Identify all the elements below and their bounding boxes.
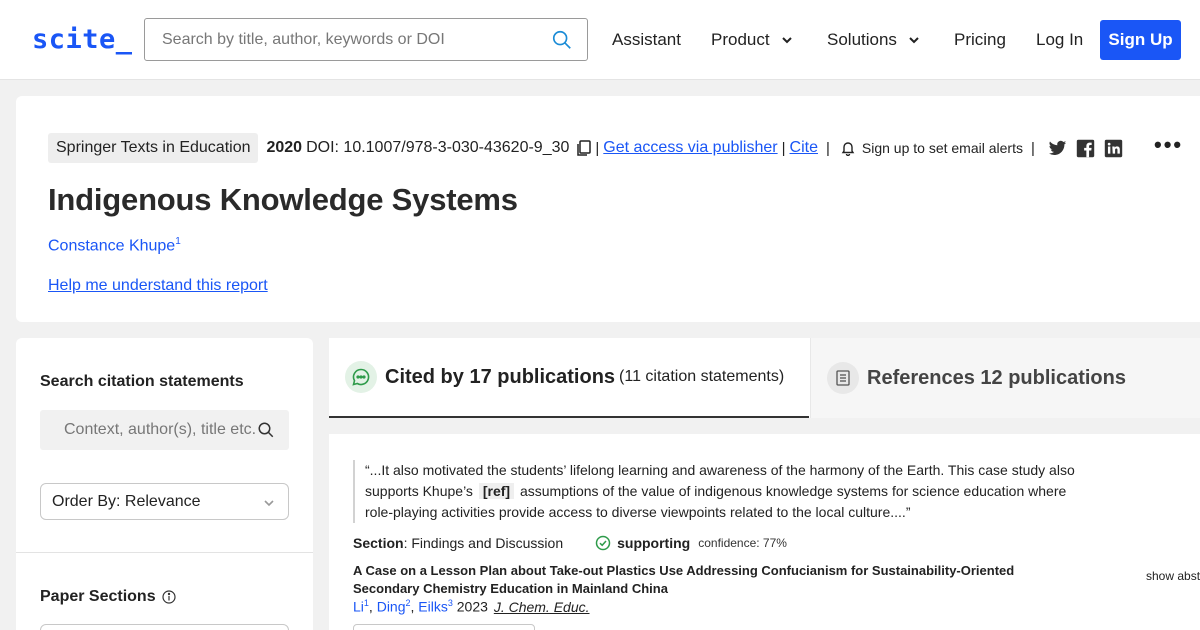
top-navbar: scite_ Assistant Product Solutions Prici… [0, 0, 1200, 80]
tab-cited-by[interactable]: Cited by 17 publications (11 citation st… [329, 338, 809, 418]
meta-separator: | [595, 139, 600, 157]
global-search-input[interactable] [145, 19, 540, 60]
order-by-select[interactable]: Order By: Relevance [40, 483, 289, 520]
paper-meta-row: Springer Texts in Education 2020 DOI: 10… [48, 132, 1123, 164]
meta-separator: | [1030, 139, 1035, 157]
chat-bubble-icon [345, 361, 377, 393]
page-title: Indigenous Knowledge Systems [48, 182, 518, 217]
order-by-value: Order By: Relevance [52, 493, 201, 510]
nav-login-label: Log In [1036, 30, 1084, 49]
check-circle-icon [595, 535, 611, 551]
tab-cited-by-count: (11 citation statements) [619, 368, 785, 385]
meta-separator: | [825, 139, 830, 157]
meta-separator: | [781, 139, 786, 157]
search-citation-heading: Search citation statements [40, 373, 244, 390]
supporting-badge: supporting [617, 535, 691, 551]
citation-action-button[interactable] [353, 624, 535, 630]
citation-statement-card: “...It also motivated the students’ life… [329, 434, 1200, 630]
nav-login[interactable]: Log In [1036, 30, 1083, 50]
show-abstract-link[interactable]: show abst [1146, 569, 1200, 583]
nav-pricing-label: Pricing [954, 30, 1006, 49]
ref-tag: [ref] [478, 483, 515, 499]
author-name: Constance Khupe [48, 237, 176, 255]
nav-pricing[interactable]: Pricing [954, 30, 1006, 50]
confidence-score: confidence: 77% [698, 536, 787, 550]
citation-search[interactable] [40, 410, 289, 450]
global-search[interactable] [144, 18, 588, 61]
bell-icon[interactable] [840, 140, 856, 156]
author-affiliation-sup: 1 [175, 236, 181, 247]
nav-solutions[interactable]: Solutions [827, 30, 921, 50]
nav-product-label: Product [711, 30, 770, 49]
author-sup: 3 [447, 598, 453, 608]
more-options-button[interactable]: ••• [1154, 132, 1183, 158]
author-link[interactable]: Constance Khupe1 [48, 236, 181, 255]
citation-quote: “...It also motivated the students’ life… [353, 460, 1093, 523]
paper-header-card: Springer Texts in Education 2020 DOI: 10… [16, 96, 1200, 322]
author-link[interactable]: Eilks [418, 599, 448, 615]
linkedin-icon[interactable] [1104, 139, 1123, 158]
chevron-down-icon [264, 500, 274, 507]
copy-icon[interactable] [575, 139, 593, 157]
facebook-icon[interactable] [1076, 139, 1095, 158]
citing-paper-title[interactable]: A Case on a Lesson Plan about Take-out P… [353, 562, 1073, 598]
email-alerts-link[interactable]: Sign up to set email alerts [862, 140, 1023, 156]
author-sup: 2 [405, 598, 411, 608]
search-icon[interactable] [257, 421, 275, 439]
citing-paper-authors: Li1, Ding2, Eilks3 2023 J. Chem. Educ. [353, 598, 590, 615]
scite-logo[interactable]: scite_ [32, 24, 133, 55]
citation-filter-panel: Search citation statements Order By: Rel… [16, 338, 313, 630]
search-icon[interactable] [551, 29, 573, 51]
nav-product[interactable]: Product [711, 30, 794, 50]
paper-sections-heading: Paper Sections [40, 588, 176, 606]
citing-paper-journal[interactable]: J. Chem. Educ. [494, 599, 590, 615]
tab-references-label: References 12 publications [867, 366, 1126, 389]
chevron-down-icon [781, 37, 792, 44]
citing-paper-year: 2023 [456, 598, 488, 615]
cite-link[interactable]: Cite [790, 139, 818, 157]
section-value: : Findings and Discussion [403, 535, 564, 551]
panel-divider [16, 552, 313, 553]
citation-tabs: Cited by 17 publications (11 citation st… [329, 338, 1200, 418]
author-link[interactable]: Ding [377, 599, 406, 615]
citation-meta-row: Section : Findings and Discussion suppor… [353, 535, 787, 551]
nav-assistant-label: Assistant [612, 30, 681, 49]
nav-assistant[interactable]: Assistant [612, 30, 681, 50]
document-icon [827, 362, 859, 394]
nav-solutions-label: Solutions [827, 30, 897, 49]
get-access-link[interactable]: Get access via publisher [603, 139, 777, 157]
doi-text: DOI: 10.1007/978-3-030-43620-9_30 [306, 139, 570, 156]
chevron-down-icon [909, 37, 919, 44]
journal-chip[interactable]: Springer Texts in Education [48, 133, 259, 163]
paper-sections-filter[interactable] [40, 624, 289, 630]
help-understand-report-link[interactable]: Help me understand this report [48, 277, 268, 295]
citation-search-input[interactable] [40, 410, 260, 450]
tab-cited-by-label: Cited by 17 publications [385, 365, 616, 388]
author-link[interactable]: Li [353, 599, 364, 615]
paper-sections-label: Paper Sections [40, 588, 156, 605]
sign-up-button[interactable]: Sign Up [1100, 20, 1181, 60]
publication-year: 2020 [266, 139, 303, 156]
tab-references[interactable]: References 12 publications [810, 338, 1200, 418]
author-sup: 1 [363, 598, 369, 608]
info-icon[interactable] [162, 590, 176, 604]
twitter-icon[interactable] [1048, 139, 1067, 158]
section-label: Section [353, 535, 404, 551]
